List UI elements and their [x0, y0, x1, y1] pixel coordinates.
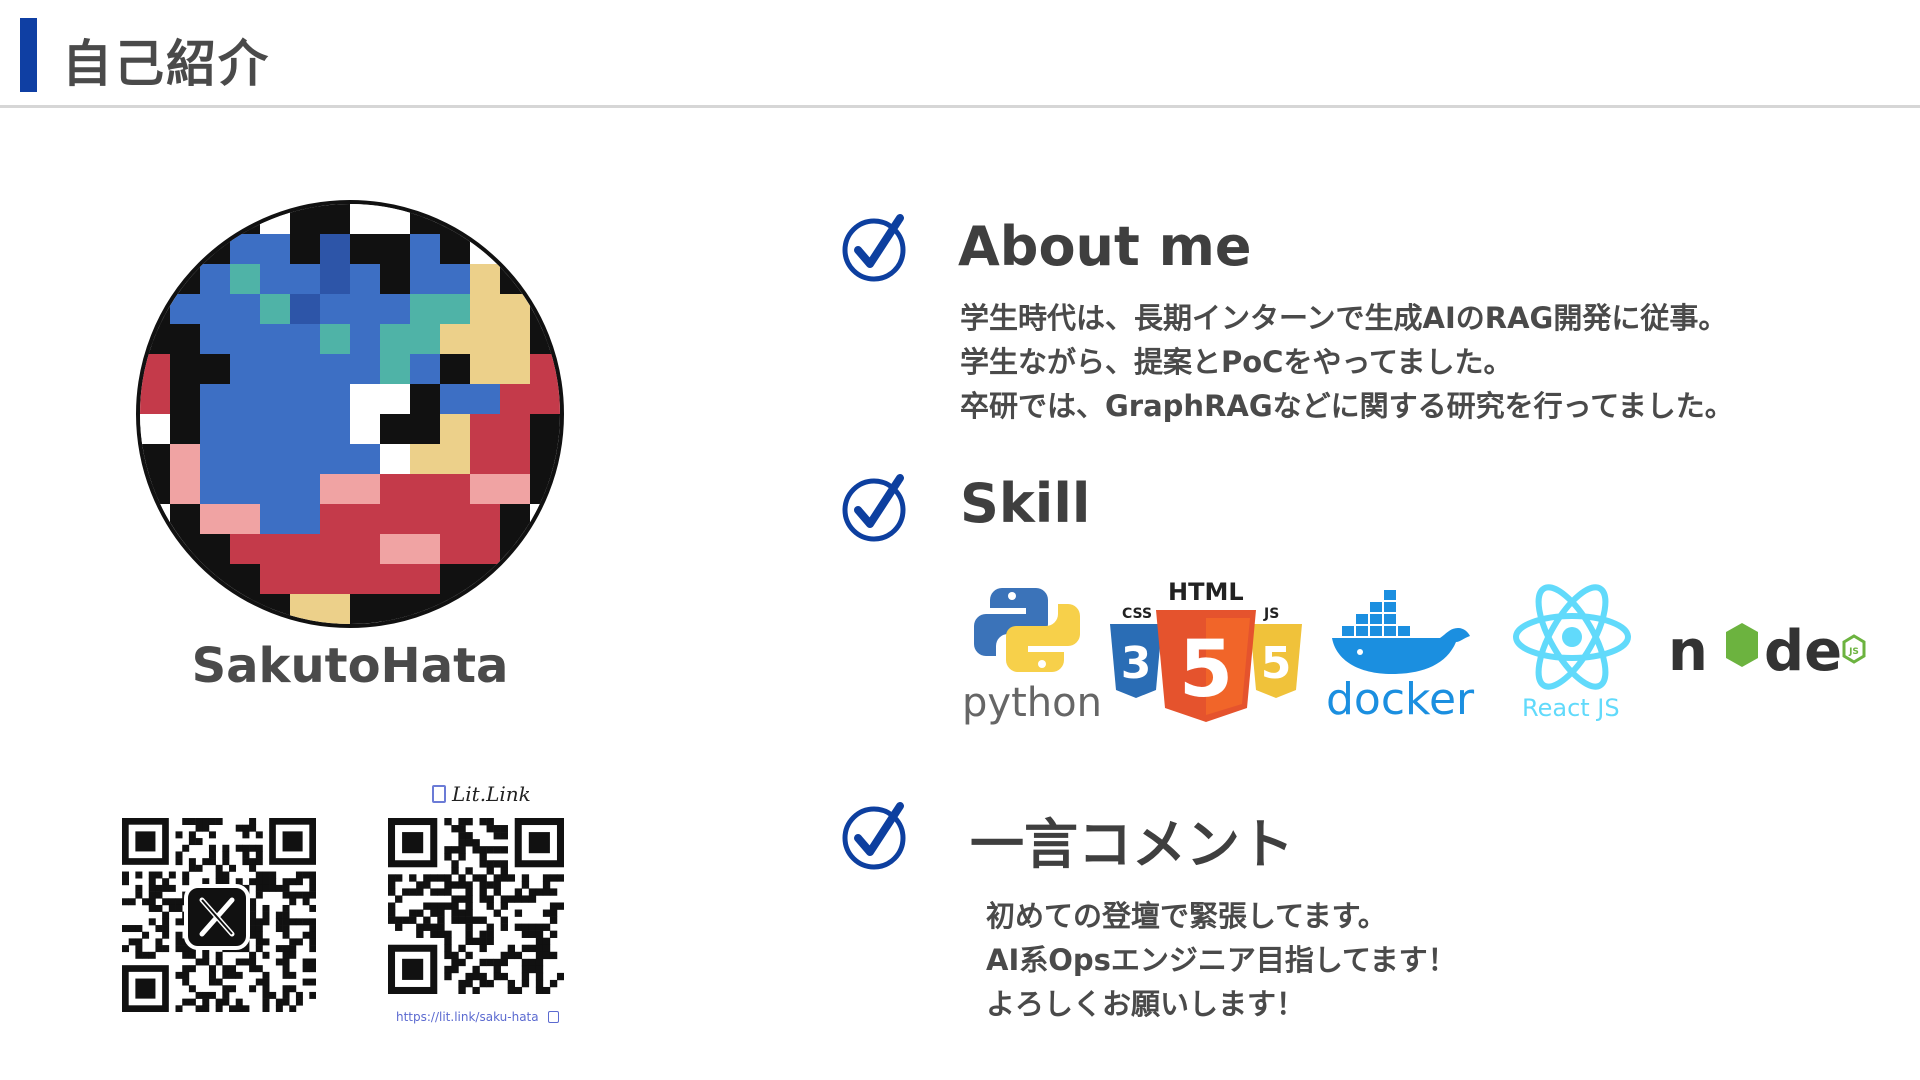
docker-whale-icon [1332, 590, 1470, 674]
avatar [136, 200, 564, 628]
litlink-qr-code[interactable] [388, 818, 565, 995]
nodejs-logo: n de JS node [1668, 618, 1880, 684]
litlink-icon [432, 785, 446, 803]
svg-text:n: n [1668, 619, 1708, 682]
check-circle-icon [842, 214, 906, 282]
docker-logo: docker [1326, 586, 1486, 726]
python-label: python [962, 680, 1102, 726]
comment-line: よろしくお願いします！ [986, 987, 1306, 1021]
skill-title: Skill [960, 472, 1091, 535]
comment-line: 初めての登壇で緊張してます。 [986, 899, 1387, 933]
litlink-logo: Lit.Link [432, 782, 531, 806]
about-title: About me [958, 215, 1252, 278]
litlink-url-text[interactable]: https://lit.link/saku-hata [396, 1010, 539, 1024]
docker-label: docker [1326, 674, 1475, 725]
svg-text:JS: JS [1848, 647, 1859, 657]
about-line: 学生時代は、長期インターンで生成AIのRAG開発に従事。 [960, 301, 1728, 335]
python-logo: python [962, 582, 1102, 732]
html5-shield-icon: 3 5 5 [1110, 610, 1302, 722]
litlink-label: Lit.Link [452, 782, 531, 806]
x-logo-icon [184, 884, 250, 950]
react-logo: React JS [1510, 582, 1634, 728]
html-css-js-logo: HTML CSS JS 3 5 5 [1108, 578, 1304, 728]
about-line: 卒研では、GraphRAGなどに関する研究を行ってました。 [960, 389, 1734, 423]
profile-name: SakutoHata [191, 638, 509, 694]
copy-icon[interactable] [548, 1011, 560, 1023]
litlink-url[interactable]: https://lit.link/saku-hata [396, 1010, 560, 1024]
comment-title: 一言コメント [970, 813, 1294, 876]
comment-line: AI系Opsエンジニア目指してます！ [986, 943, 1457, 977]
check-circle-icon [842, 474, 906, 542]
header-divider [0, 105, 1920, 108]
header-accent-bar [20, 18, 37, 92]
svg-text:3: 3 [1121, 638, 1152, 689]
nodejs-hexagon-icon: n de JS [1668, 619, 1866, 684]
about-line: 学生ながら、提案とPoCをやってました。 [960, 345, 1513, 379]
svg-text:5: 5 [1261, 638, 1292, 689]
react-label: React JS [1522, 694, 1620, 722]
check-circle-icon [842, 802, 906, 870]
pixel-art-avatar-image [140, 204, 560, 624]
page-title: 自己紹介 [62, 35, 270, 93]
comment-text: 初めての登壇で緊張してます。 AI系Opsエンジニア目指してます！ よろしくお願… [986, 894, 1457, 1026]
about-text: 学生時代は、長期インターンで生成AIのRAG開発に従事。 学生ながら、提案とPo… [960, 296, 1734, 428]
python-snake-icon [974, 588, 1080, 672]
svg-text:5: 5 [1179, 625, 1233, 715]
svg-text:de: de [1764, 619, 1842, 682]
react-atom-icon [1513, 584, 1631, 690]
